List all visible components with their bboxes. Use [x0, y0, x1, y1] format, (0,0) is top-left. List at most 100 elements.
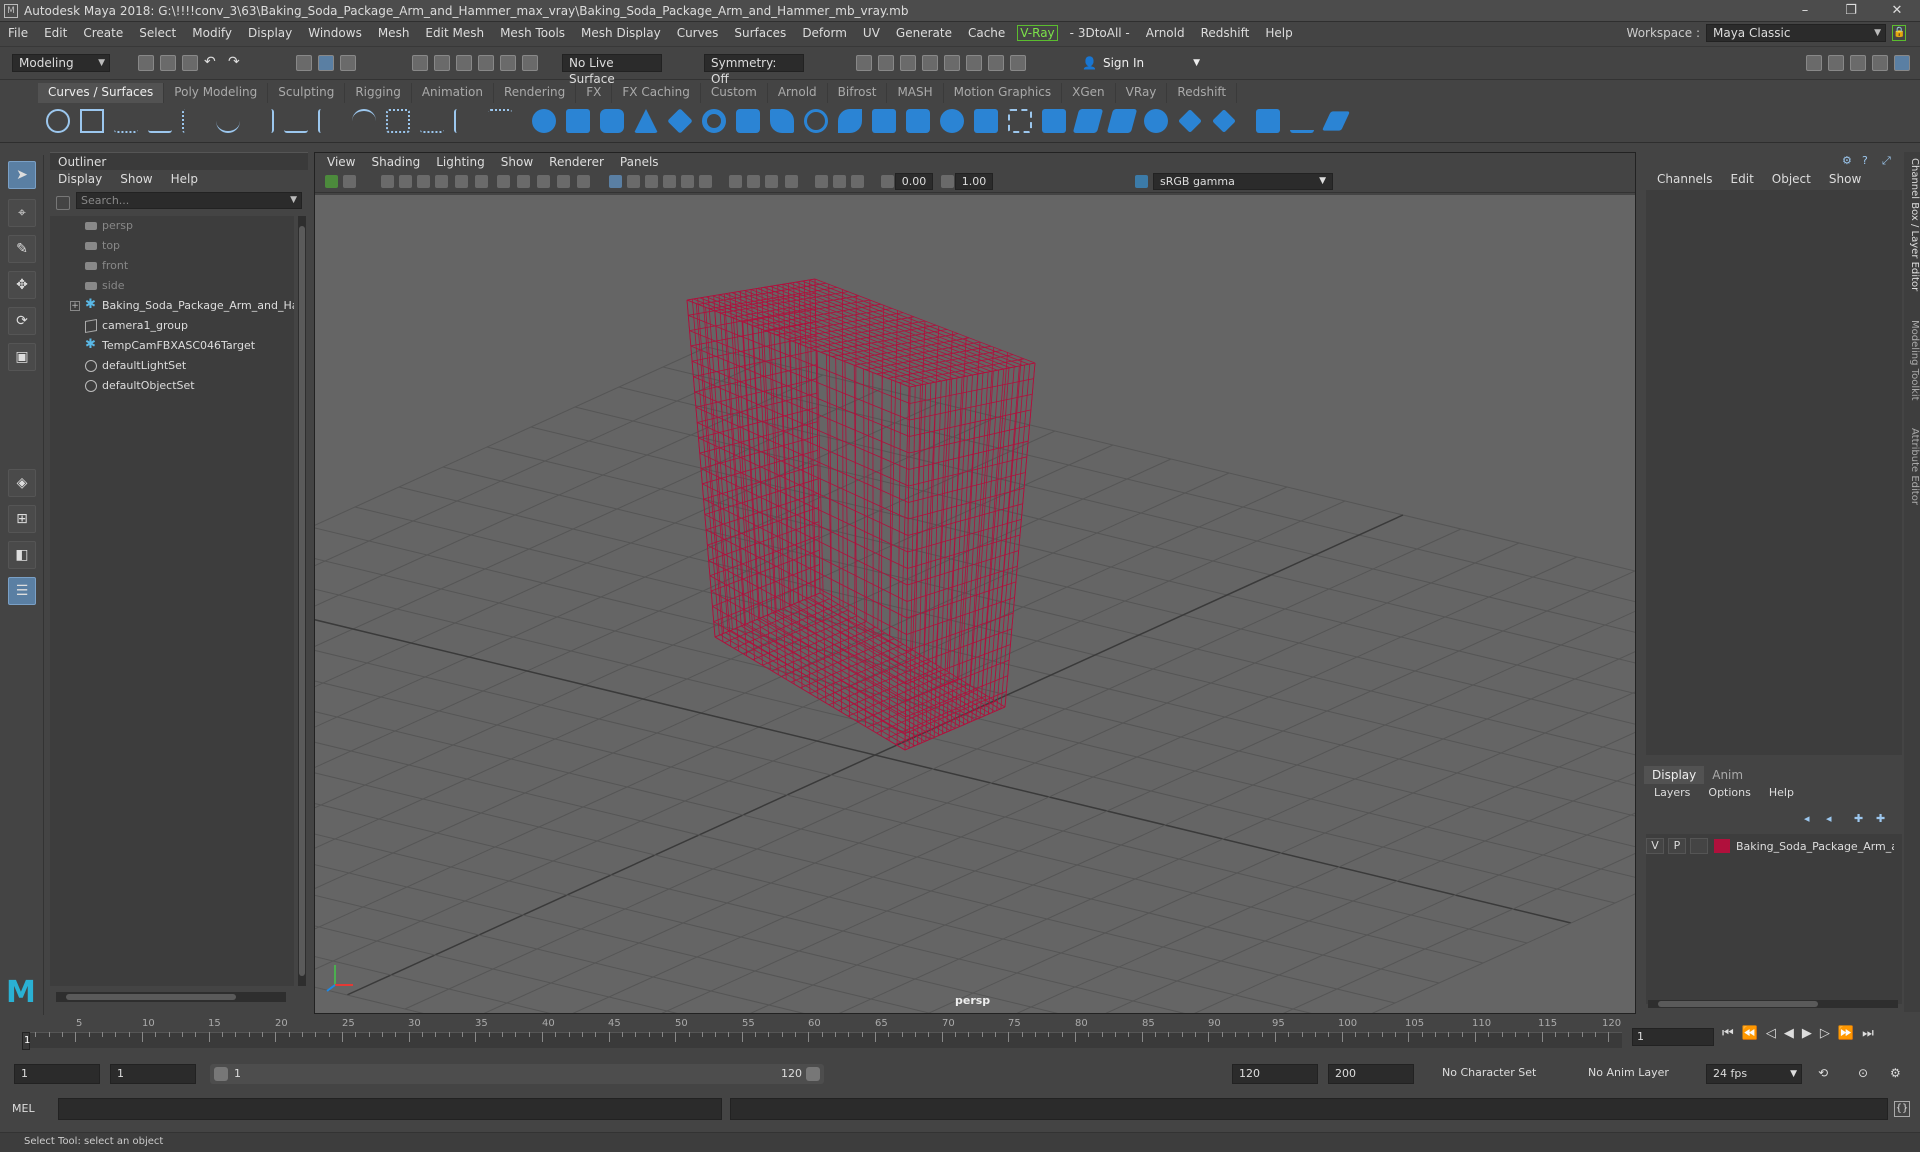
animation-start-field[interactable]: 1 — [14, 1064, 100, 1084]
save-scene-icon[interactable] — [182, 55, 198, 71]
layer-color-swatch[interactable] — [1714, 839, 1730, 853]
menu-curves[interactable]: Curves — [669, 26, 727, 40]
reverse-curve-icon[interactable] — [454, 109, 478, 133]
shelf-tab-animation[interactable]: Animation — [412, 83, 494, 103]
film-gate-icon[interactable] — [475, 175, 488, 188]
preferences-icon[interactable]: ⚙ — [1890, 1066, 1901, 1080]
pencil-curve-icon[interactable] — [182, 109, 206, 133]
loft-icon[interactable] — [770, 109, 794, 133]
gamma-field[interactable]: 1.00 — [955, 173, 993, 190]
range-slider-end-handle[interactable] — [806, 1067, 820, 1081]
image-plane-icon[interactable] — [399, 175, 412, 188]
character-set-dropdown[interactable]: No Character Set — [1436, 1064, 1562, 1084]
shelf-tab-arnold[interactable]: Arnold — [768, 83, 828, 103]
layer-tab-display[interactable]: Display — [1644, 766, 1705, 784]
side-tab-modeling-toolkit[interactable]: Modeling Toolkit — [1904, 320, 1920, 410]
outliner-vertical-scrollbar[interactable] — [298, 216, 306, 986]
menu-mesh-display[interactable]: Mesh Display — [573, 26, 669, 40]
bevel-plus-icon[interactable] — [906, 109, 930, 133]
menu-deform[interactable]: Deform — [794, 26, 855, 40]
shelf-tab-curves-surfaces[interactable]: Curves / Surfaces — [38, 83, 165, 103]
mel-input[interactable] — [58, 1098, 722, 1120]
menu-select[interactable]: Select — [131, 26, 184, 40]
four-view-icon[interactable]: ⊞ — [8, 505, 36, 533]
select-component-icon[interactable] — [340, 55, 356, 71]
textured-icon[interactable] — [663, 175, 676, 188]
move-layer-down-icon[interactable]: ◂ — [1826, 812, 1832, 825]
offset-curve-icon[interactable] — [386, 109, 410, 133]
viewport-menu-panels[interactable]: Panels — [612, 153, 667, 171]
nurbs-cylinder-icon[interactable] — [600, 109, 624, 133]
screen-space-ao-icon[interactable] — [729, 175, 742, 188]
playback-start-field[interactable]: 1 — [110, 1064, 196, 1084]
nurbs-cone-icon[interactable] — [634, 109, 658, 133]
color-management-icon[interactable] — [1135, 175, 1148, 188]
minimize-button[interactable]: – — [1782, 0, 1828, 22]
chevron-down-icon[interactable]: ▼ — [290, 193, 297, 208]
exposure-field[interactable]: 0.00 — [895, 173, 933, 190]
lasso-tool-icon[interactable]: ⌖ — [8, 199, 36, 227]
channel-box-menu-show[interactable]: Show — [1820, 172, 1870, 186]
workspace-dropdown[interactable]: Maya Classic ▼ — [1706, 24, 1886, 42]
menu-generate[interactable]: Generate — [888, 26, 960, 40]
vray-render-icon[interactable] — [966, 55, 982, 71]
snap-vertex-icon[interactable] — [522, 55, 538, 71]
shelf-tab-redshift[interactable]: Redshift — [1167, 83, 1238, 103]
layer-row[interactable]: V P Baking_Soda_Package_Arm_and_Hammer — [1646, 836, 1900, 856]
project-curve-icon[interactable] — [1008, 109, 1032, 133]
shelf-tab-rigging[interactable]: Rigging — [345, 83, 412, 103]
new-layer-icon[interactable]: ✚ — [1854, 812, 1863, 825]
move-layer-up-icon[interactable]: ◂ — [1804, 812, 1810, 825]
nurbs-sphere-icon[interactable] — [532, 109, 556, 133]
hypershade-icon[interactable] — [944, 55, 960, 71]
menu-mesh-tools[interactable]: Mesh Tools — [492, 26, 573, 40]
fillet-curve-icon[interactable] — [352, 109, 376, 133]
render-current-icon[interactable] — [878, 55, 894, 71]
shelf-tab-rendering[interactable]: Rendering — [494, 83, 577, 103]
menu-display[interactable]: Display — [240, 26, 300, 40]
character-controls-icon[interactable] — [1828, 55, 1844, 71]
time-slider[interactable]: 5 10 15 20 25 30 35 40 45 50 55 60 65 70… — [14, 1018, 1634, 1052]
range-slider-start-handle[interactable] — [214, 1067, 228, 1081]
shelf-tab-mash[interactable]: MASH — [887, 83, 944, 103]
new-layer-selected-icon[interactable]: ✚ — [1876, 812, 1885, 825]
outliner-item-top[interactable]: top — [50, 236, 294, 256]
anim-layer-dropdown[interactable]: No Anim Layer — [1582, 1064, 1692, 1084]
outliner-horizontal-scrollbar[interactable] — [56, 992, 286, 1002]
help-icon[interactable]: ? — [1862, 154, 1868, 167]
shelf-tab-xgen[interactable]: XGen — [1062, 83, 1116, 103]
outliner-item-tempcam-target[interactable]: ✱ TempCamFBXASC046Target — [50, 336, 294, 356]
attach-curves-icon[interactable] — [284, 109, 308, 133]
untrim-icon[interactable] — [1106, 109, 1138, 133]
safe-action-icon[interactable] — [557, 175, 570, 188]
render-settings-icon[interactable] — [922, 55, 938, 71]
wireframe-on-shaded-icon[interactable] — [645, 175, 658, 188]
channel-box-menu-edit[interactable]: Edit — [1722, 172, 1763, 186]
channel-box-icon[interactable] — [1894, 55, 1910, 71]
motion-blur-icon[interactable] — [747, 175, 760, 188]
single-view-icon[interactable]: ◈ — [8, 469, 36, 497]
menu-modify[interactable]: Modify — [184, 26, 240, 40]
color-space-dropdown[interactable]: sRGB gamma ▼ — [1153, 173, 1333, 190]
outliner-item-baking-soda-package[interactable]: + ✱ Baking_Soda_Package_Arm_and_Hammer — [50, 296, 294, 316]
xray-icon[interactable] — [833, 175, 846, 188]
move-tool-icon[interactable]: ✥ — [8, 271, 36, 299]
menu-surfaces[interactable]: Surfaces — [726, 26, 794, 40]
layer-scrollbar[interactable] — [1648, 1000, 1898, 1008]
outliner-item-side[interactable]: side — [50, 276, 294, 296]
outliner-item-front[interactable]: front — [50, 256, 294, 276]
channel-box-menu-object[interactable]: Object — [1763, 172, 1820, 186]
isolate-select-icon[interactable] — [815, 175, 828, 188]
bookmarks-icon[interactable] — [381, 175, 394, 188]
planar-icon[interactable] — [804, 109, 828, 133]
insert-isoparm-icon[interactable] — [1256, 109, 1280, 133]
viewport-scene[interactable] — [315, 195, 1635, 1013]
nurbs-torus-icon[interactable] — [702, 109, 726, 133]
menu-mesh[interactable]: Mesh — [370, 26, 418, 40]
symmetry-dropdown[interactable]: Symmetry: Off — [704, 54, 804, 86]
nurbs-cube-icon[interactable] — [566, 109, 590, 133]
scrollbar-thumb[interactable] — [1658, 1001, 1818, 1007]
side-view-icon[interactable]: ◧ — [8, 541, 36, 569]
outliner-layout-icon[interactable]: ☰ — [8, 577, 36, 605]
vray-pause-icon[interactable] — [1010, 55, 1026, 71]
